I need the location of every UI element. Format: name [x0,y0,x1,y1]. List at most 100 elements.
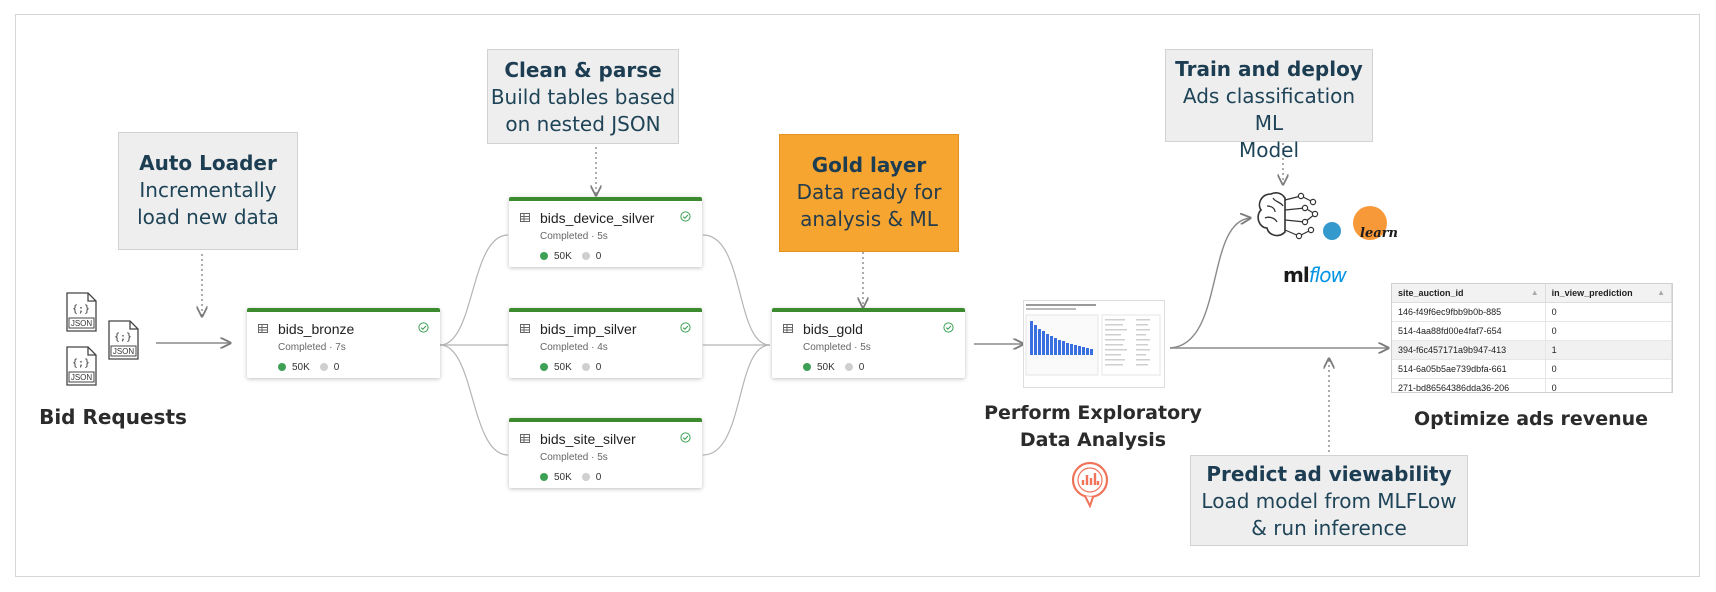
pipeline-node-bronze[interactable]: bids_bronze Completed · 7s 50K 0 [247,308,440,378]
table-row: 146-f49f6ec9fbb9b0b-885 0 [1392,302,1672,322]
table-icon [520,324,530,333]
callout-gold-layer: Gold layer Data ready for analysis & ML [779,134,959,252]
mlflow-ml: ml [1283,263,1310,287]
rows-count: 50K [554,251,572,262]
callout-predict-viewability: Predict ad viewability Load model from M… [1190,455,1468,546]
eda-label-line: Data Analysis [1019,429,1167,451]
rows-count: 50K [554,472,572,483]
edge-site-to-gold [702,344,771,456]
table-cell: 0 [1545,378,1672,392]
pipeline-node-device-silver[interactable]: bids_device_silver Completed · 5s 50K 0 [509,197,702,267]
node-metrics: 50K 0 [540,472,601,483]
callout-line: on nested JSON [505,112,661,136]
node-name: bids_site_silver [540,431,636,447]
table-icon [258,324,268,333]
callout-title: Clean & parse [504,58,662,82]
edge-bronze-to-site [439,344,509,456]
brain-network-icon [1257,192,1319,240]
check-circle-icon [680,211,691,222]
table-cell: 0 [1545,302,1672,322]
sort-icon[interactable]: ▲ [1657,288,1665,297]
check-circle-icon [943,322,954,333]
table-icon [520,434,530,443]
rows-dot-icon [540,252,548,260]
eda-dashboard-thumbnail [1023,300,1165,388]
json-file-icon: {;} JSON [108,320,139,360]
pipeline-node-site-silver[interactable]: bids_site_silver Completed · 5s 50K 0 [509,418,702,488]
rows-dot-icon [540,363,548,371]
table-cell: 146-f49f6ec9fbb9b0b-885 [1392,302,1546,322]
json-glyph: {;} [72,304,90,315]
callout-line: analysis & ML [800,207,938,231]
node-metrics: 50K 0 [278,362,339,373]
sort-icon[interactable]: ▲ [1531,288,1539,297]
rows-count: 50K [292,362,310,373]
dropped-dot-icon [581,252,590,260]
dropped-dot-icon [581,473,590,481]
prediction-table: site_auction_id ▲ in_view_prediction ▲ 146… [1391,283,1673,393]
redash-icon [1071,461,1109,508]
node-metrics: 50K 0 [540,251,601,262]
mlflow-flow: flow [1308,263,1347,287]
pipeline-node-gold[interactable]: bids_gold Completed · 5s 50K 0 [772,308,965,378]
node-name: bids_imp_silver [540,321,637,337]
callout-line: Load model from MLFLow [1201,489,1457,513]
dropped-count: 0 [333,362,340,373]
check-circle-icon [680,432,691,443]
pipeline-node-imp-silver[interactable]: bids_imp_silver Completed · 4s 50K 0 [509,308,702,378]
callout-title: Gold layer [811,153,927,177]
edge-device-to-gold [702,234,771,346]
callout-title: Predict ad viewability [1206,462,1452,486]
table-icon [783,324,793,333]
callout-line: Incrementally [139,178,277,202]
column-header[interactable]: in_view_prediction ▲ [1545,284,1672,303]
callout-line: load new data [137,205,279,229]
check-circle-icon [418,322,429,333]
callout-line: Ads classification ML [1182,84,1356,135]
callout-line: Build tables based [490,85,676,109]
json-file-icon: {;} JSON [66,292,97,332]
bid-requests-label: Bid Requests [39,405,187,429]
table-cell: 1 [1545,340,1672,360]
dropped-count: 0 [595,472,602,483]
table-cell: 514-4aa88fd00e4faf7-654 [1392,321,1546,341]
rows-count: 50K [554,362,572,373]
callout-line: & run inference [1251,516,1407,540]
node-metrics: 50K 0 [803,362,864,373]
rows-dot-icon [540,473,548,481]
callout-title: Auto Loader [139,151,277,175]
json-tag: JSON [71,373,93,382]
mlflow-logo: mlflow [1283,263,1347,287]
node-status: Completed · 4s [540,342,608,353]
callout-auto-loader: Auto Loader Incrementally load new data [118,132,298,250]
json-tag: JSON [71,319,93,328]
dropped-dot-icon [319,363,328,371]
rows-count: 50K [817,362,835,373]
table-icon [520,213,530,222]
node-status: Completed · 5s [803,342,871,353]
dropped-count: 0 [858,362,865,373]
optimize-ads-label: Optimize ads revenue [1413,408,1649,430]
dropped-dot-icon [581,363,590,371]
table-row: 271-bd86564386dda36-206 0 [1392,378,1672,392]
eda-label-line: Perform Exploratory [984,402,1202,424]
table-cell: 0 [1545,321,1672,341]
dropped-dot-icon [844,363,853,371]
dropped-count: 0 [595,362,602,373]
arrow-eda-to-ml [1169,218,1250,349]
node-status: Completed · 7s [278,342,346,353]
column-header[interactable]: site_auction_id ▲ [1392,284,1546,303]
table-cell: 0 [1545,359,1672,379]
table-cell: 271-bd86564386dda36-206 [1392,378,1546,392]
callout-train-deploy: Train and deploy Ads classification ML M… [1165,49,1373,162]
table-row: 394-f6c457171a9b947-413 1 [1392,340,1672,360]
callout-line: Model [1238,138,1300,162]
table-row: 514-4aa88fd00e4faf7-654 0 [1392,321,1672,341]
table-cell: 394-f6c457171a9b947-413 [1392,340,1546,360]
node-name: bids_bronze [278,321,355,337]
node-name: bids_gold [803,321,863,337]
table-cell: 514-6a05b5ae739dbfa-661 [1392,359,1546,379]
edge-bronze-to-device [439,234,509,346]
callout-title: Train and deploy [1175,57,1363,81]
table-row: 514-6a05b5ae739dbfa-661 0 [1392,359,1672,379]
